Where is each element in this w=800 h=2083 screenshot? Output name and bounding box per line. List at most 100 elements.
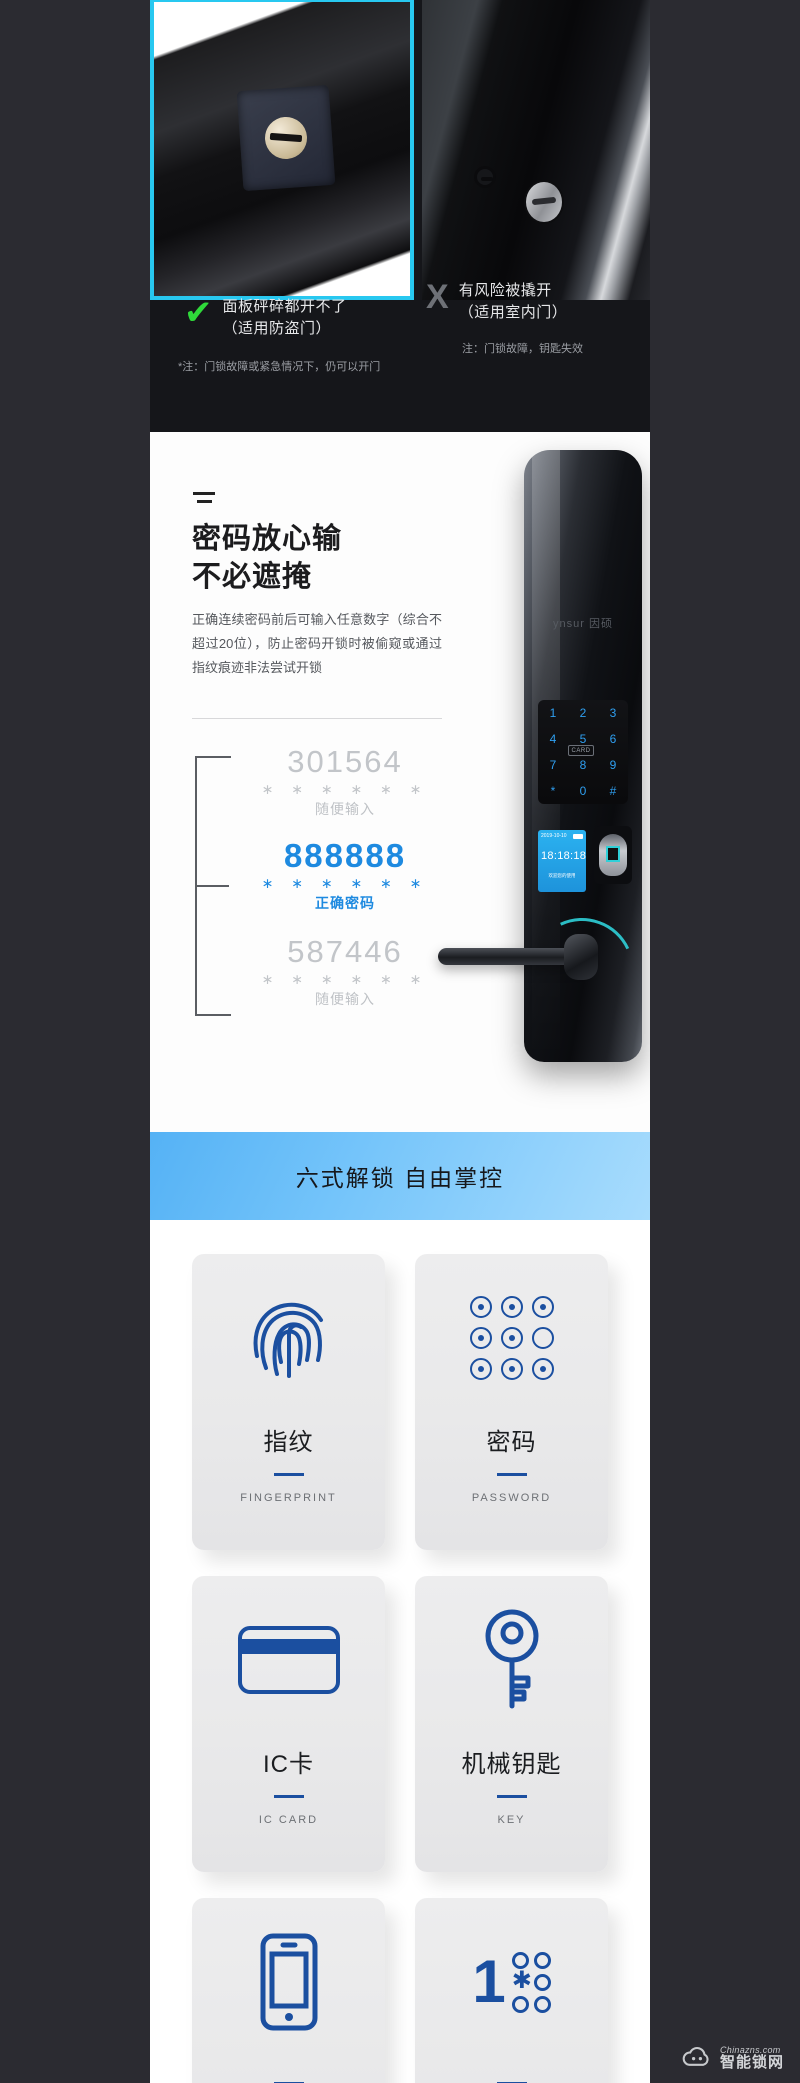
password-masked: ∗ ∗ ∗ ∗ ∗ ∗ [261, 781, 429, 797]
password-number: 888888 [283, 837, 407, 874]
bracket-decoration-icon [195, 756, 231, 1016]
equals-decoration-icon [193, 492, 215, 508]
lock-display-time: 18:18:18 [541, 850, 587, 862]
unlock-card-subtitle: IC CARD [258, 1814, 319, 1826]
unlock-card-fingerprint[interactable]: 指纹 FINGERPRINT [192, 1254, 385, 1550]
lock-brand-label: ynsur 因硕 [553, 618, 613, 630]
watermark-texts: Chinazns.com 智能锁网 [719, 2045, 784, 2072]
unlock-methods-grid: 指纹 FINGERPRINT 密码 PASSWORD IC卡 IC CARD 机… [192, 1254, 608, 2083]
card-rule [273, 1795, 304, 1798]
key-7[interactable]: 7 [550, 758, 557, 772]
dot [469, 1358, 492, 1380]
key-4[interactable]: 4 [550, 732, 557, 746]
asterisk-icon: ✱ [511, 1966, 532, 1994]
cross-icon: X [426, 278, 449, 316]
key-2[interactable]: 2 [580, 706, 587, 720]
list-item: 301564 ∗ ∗ ∗ ∗ ∗ ∗ 随便输入 [245, 744, 445, 820]
dot-grid [469, 1296, 554, 1380]
password-description: 正确连续密码前后可输入任意数字（综合不超过20位），防止密码开锁时被偷窥或通过指… [192, 612, 442, 675]
lock-display: 2019-10-10 18:18:18 欢迎您的使用 [538, 830, 586, 892]
fingerprint-icon [239, 1254, 339, 1422]
ic-card-icon [237, 1576, 341, 1744]
dot [533, 1973, 551, 1991]
headline-line-2: 不必遮掩 [192, 561, 313, 593]
dot [469, 1327, 492, 1349]
unlock-methods-section: 指纹 FINGERPRINT 密码 PASSWORD IC卡 IC CARD 机… [150, 1220, 650, 2083]
unlock-card-subtitle: PASSWORD [471, 1492, 552, 1504]
password-example-list: 301564 ∗ ∗ ∗ ∗ ∗ ∗ 随便输入 888888 ∗ ∗ ∗ ∗ ∗… [245, 744, 445, 1026]
keypad-dots-icon [469, 1254, 554, 1422]
unlock-card-password[interactable]: 密码 PASSWORD [415, 1254, 608, 1550]
headline-line-1: 密码放心输 [192, 523, 343, 555]
list-item: 888888 ∗ ∗ ∗ ∗ ∗ ∗ 正确密码 [245, 838, 445, 914]
digit-one: 1 [472, 1948, 506, 2015]
comparison-captions: ✔ 面板砰碎都开不了 （适用防盗门） *注：门锁故障或紧急情况下，仍可以开门 X… [150, 280, 650, 432]
site-watermark: Chinazns.com 智能锁网 [682, 2045, 784, 2072]
password-masked: ∗ ∗ ∗ ∗ ∗ ∗ [261, 971, 429, 987]
key-star[interactable]: * [551, 784, 556, 798]
comparison-section: ✔ 面板砰碎都开不了 （适用防盗门） *注：门锁故障或紧急情况下，仍可以开门 X… [150, 0, 650, 432]
caption-ok-note: *注：门锁故障或紧急情况下，仍可以开门 [178, 361, 381, 373]
unlock-card-ic-card[interactable]: IC卡 IC CARD [192, 1576, 385, 1872]
key-6[interactable]: 6 [610, 732, 617, 746]
list-item: 587446 ∗ ∗ ∗ ∗ ∗ ∗ 随便输入 [245, 934, 445, 1010]
watermark-name: 智能锁网 [719, 2054, 784, 2072]
password-label: 随便输入 [315, 801, 375, 817]
key-icon [472, 1576, 552, 1744]
content-column: ✔ 面板砰碎都开不了 （适用防盗门） *注：门锁故障或紧急情况下，仍可以开门 X… [150, 0, 650, 2083]
smart-lock-photo: ynsur 因硕 1 2 3 4 5 6 7 8 9 * 0 # CARD 20… [438, 450, 650, 1090]
divider [192, 718, 442, 719]
page-title: 密码放心输 不必遮掩 [192, 520, 342, 596]
cloud-logo-icon [682, 2047, 709, 2067]
code-dots: ✱ [511, 1951, 551, 2013]
key-3[interactable]: 3 [610, 706, 617, 720]
lock-handle [438, 934, 598, 980]
fingerprint-sensor-inner [599, 834, 627, 876]
password-number: 301564 [287, 744, 403, 779]
key-5[interactable]: 5 [580, 732, 587, 746]
password-label: 随便输入 [315, 991, 375, 1007]
key-hash[interactable]: # [610, 784, 617, 798]
unlock-card-phone[interactable] [192, 1898, 385, 2083]
lock-display-top: 2019-10-10 [541, 833, 583, 839]
password-section: 密码放心输 不必遮掩 正确连续密码前后可输入任意数字（综合不超过20位），防止密… [150, 432, 650, 1132]
unlock-card-subtitle: FINGERPRINT [240, 1492, 337, 1504]
lock-display-hint: 欢迎您的使用 [548, 873, 576, 878]
lock-cylinder-icon [526, 182, 562, 222]
key-1[interactable]: 1 [550, 706, 557, 720]
dot [511, 1951, 529, 1969]
page-root: ✔ 面板砰碎都开不了 （适用防盗门） *注：门锁故障或紧急情况下，仍可以开门 X… [0, 0, 800, 2083]
caption-risk-note: 注：门锁故障，钥匙失效 [462, 343, 583, 355]
key-8[interactable]: 8 [580, 758, 587, 772]
dot [531, 1358, 554, 1380]
caption-ok: ✔ 面板砰碎都开不了 （适用防盗门） [184, 296, 347, 340]
dot [511, 1995, 529, 2013]
check-icon: ✔ [184, 294, 213, 332]
key-9[interactable]: 9 [610, 758, 617, 772]
password-masked: ∗ ∗ ∗ ∗ ∗ ∗ [261, 875, 429, 891]
caption-ok-line1: 面板砰碎都开不了 [222, 298, 347, 315]
caption-ok-line2: （适用防盗门） [222, 320, 332, 337]
key-0[interactable]: 0 [580, 784, 587, 798]
battery-icon [573, 833, 583, 839]
photo-indoor-door [422, 0, 650, 300]
unlock-card-key[interactable]: 机械钥匙 KEY [415, 1576, 608, 1872]
dot [531, 1296, 554, 1318]
unlock-banner: 六式解锁 自由掌控 [150, 1132, 650, 1220]
card-reader-label: CARD [568, 745, 594, 756]
photo-antitheft-door [150, 0, 414, 300]
banner-title: 六式解锁 自由掌控 [295, 1165, 505, 1191]
comparison-photos [150, 0, 650, 300]
dot [469, 1296, 492, 1318]
caption-risk-line2: （适用室内门） [458, 304, 568, 321]
card-rule [496, 1795, 527, 1798]
card-rule [496, 1473, 527, 1476]
unlock-card-title: IC卡 [263, 1751, 314, 1778]
dot-empty [531, 1327, 554, 1349]
fingerprint-sensor[interactable] [594, 826, 632, 884]
unlock-card-onetime-code[interactable]: 1 ✱ [415, 1898, 608, 2083]
dot [500, 1327, 523, 1349]
unlock-card-title: 指纹 [263, 1429, 314, 1456]
caption-risk: X 有风险被撬开 （适用室内门） [426, 280, 567, 324]
keyhole-plate [236, 84, 336, 192]
